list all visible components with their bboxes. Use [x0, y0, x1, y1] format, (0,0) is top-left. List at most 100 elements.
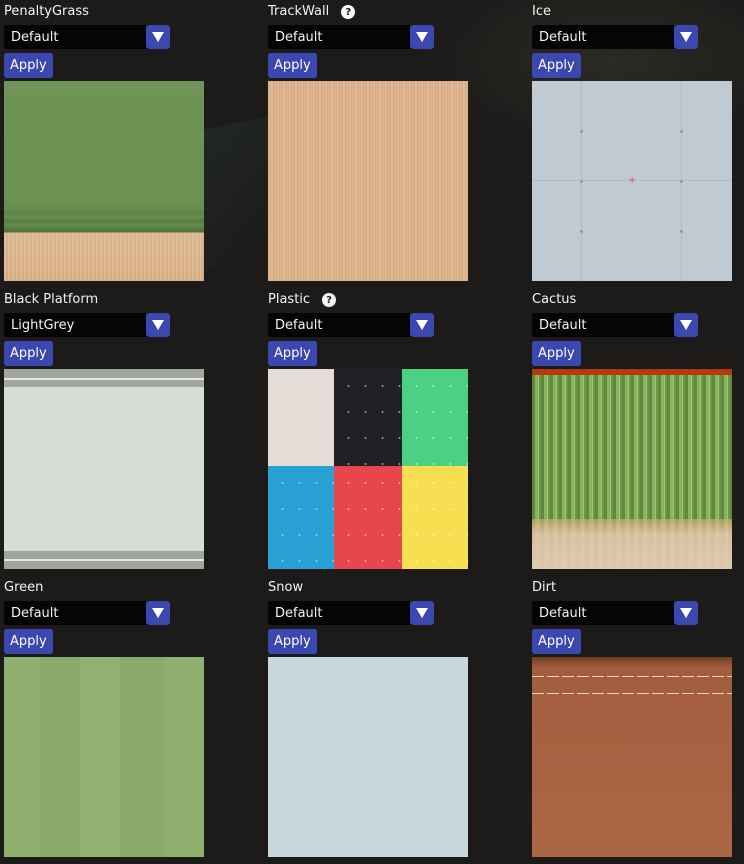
color-swatch [268, 369, 334, 466]
dropdown-arrow-button[interactable] [146, 601, 170, 625]
material-select[interactable]: Default [268, 25, 434, 49]
texture-line [4, 378, 204, 380]
material-select[interactable]: Default [268, 601, 434, 625]
apply-button[interactable]: Apply [268, 53, 317, 78]
grid-dot [580, 130, 583, 133]
material-card-trackwall: TrackWall ? Default Apply [264, 0, 528, 288]
color-swatch [402, 466, 468, 569]
material-select-value: Default [539, 605, 587, 621]
material-select[interactable]: Default [532, 601, 698, 625]
apply-button[interactable]: Apply [4, 341, 53, 366]
material-name: Cactus [532, 292, 577, 307]
material-card-black-platform: Black Platform LightGrey Apply [0, 288, 264, 576]
triangle-down-icon [680, 320, 692, 330]
material-name: Plastic [268, 292, 311, 307]
texture-preview-penaltygrass [4, 81, 204, 281]
material-card-plastic: Plastic ? Default Apply [264, 288, 528, 576]
dropdown-arrow-button[interactable] [674, 601, 698, 625]
material-select[interactable]: Default [268, 313, 434, 337]
texture-preview-ice: + [532, 81, 732, 281]
material-select[interactable]: LightGrey [4, 313, 170, 337]
material-select[interactable]: Default [4, 601, 170, 625]
triangle-down-icon [416, 32, 428, 42]
triangle-down-icon [680, 608, 692, 618]
dropdown-arrow-button[interactable] [146, 25, 170, 49]
triangle-down-icon [152, 32, 164, 42]
color-swatch [268, 466, 334, 569]
material-card-dirt: Dirt Default Apply [528, 576, 744, 864]
material-title-row: Plastic ? [268, 291, 337, 309]
material-select-value: Default [275, 29, 323, 45]
material-name: Black Platform [4, 292, 99, 307]
color-swatch [402, 369, 468, 466]
material-select-value: Default [275, 605, 323, 621]
question-circle-icon[interactable]: ? [341, 5, 356, 19]
material-select[interactable]: Default [4, 25, 170, 49]
color-swatch [334, 466, 402, 569]
dropdown-arrow-button[interactable] [410, 601, 434, 625]
grid-dot [680, 180, 683, 183]
texture-preview-black-platform [4, 369, 204, 569]
material-grid: PenaltyGrass Default Apply TrackWall ? D… [0, 0, 744, 864]
triangle-down-icon [152, 608, 164, 618]
material-card-green: Green Default Apply [0, 576, 264, 864]
material-title-row: PenaltyGrass [4, 3, 89, 21]
apply-button[interactable]: Apply [532, 341, 581, 366]
material-select-value: Default [539, 317, 587, 333]
material-select-value: Default [11, 605, 59, 621]
center-cross-icon: + [628, 175, 637, 186]
material-card-penaltygrass: PenaltyGrass Default Apply [0, 0, 264, 288]
material-title-row: Black Platform [4, 291, 98, 309]
triangle-down-icon [416, 320, 428, 330]
material-select-value: LightGrey [11, 317, 75, 333]
color-swatch [334, 369, 402, 466]
material-title-row: Dirt [532, 579, 556, 597]
apply-button[interactable]: Apply [4, 629, 53, 654]
grid-dot [680, 130, 683, 133]
material-card-cactus: Cactus Default Apply [528, 288, 744, 576]
apply-button[interactable]: Apply [532, 53, 581, 78]
dropdown-arrow-button[interactable] [674, 313, 698, 337]
material-name: Snow [268, 580, 304, 595]
material-select[interactable]: Default [532, 313, 698, 337]
triangle-down-icon [680, 32, 692, 42]
dropdown-arrow-button[interactable] [674, 25, 698, 49]
material-name: Ice [532, 4, 551, 19]
texture-preview-plastic [268, 369, 468, 569]
dropdown-arrow-button[interactable] [410, 25, 434, 49]
material-name: Green [4, 580, 44, 595]
material-name: PenaltyGrass [4, 4, 89, 19]
material-title-row: Green [4, 579, 43, 597]
material-select-value: Default [275, 317, 323, 333]
material-title-row: Ice [532, 3, 551, 21]
material-title-row: TrackWall ? [268, 3, 356, 21]
texture-preview-snow [268, 657, 468, 857]
material-title-row: Snow [268, 579, 303, 597]
grid-dot [580, 180, 583, 183]
question-circle-icon[interactable]: ? [322, 293, 337, 307]
grid-dot [580, 230, 583, 233]
material-select[interactable]: Default [532, 25, 698, 49]
material-select-value: Default [11, 29, 59, 45]
texture-line [4, 559, 204, 561]
apply-button[interactable]: Apply [268, 341, 317, 366]
material-title-row: Cactus [532, 291, 576, 309]
texture-preview-cactus [532, 369, 732, 569]
material-name: TrackWall [268, 4, 330, 19]
texture-preview-green [4, 657, 204, 857]
apply-button[interactable]: Apply [4, 53, 53, 78]
track-line [532, 693, 732, 694]
texture-preview-trackwall [268, 81, 468, 281]
apply-button[interactable]: Apply [532, 629, 581, 654]
material-card-snow: Snow Default Apply [264, 576, 528, 864]
grid-dot [680, 230, 683, 233]
apply-button[interactable]: Apply [268, 629, 317, 654]
material-name: Dirt [532, 580, 557, 595]
material-select-value: Default [539, 29, 587, 45]
material-card-ice: Ice Default Apply + [528, 0, 744, 288]
triangle-down-icon [416, 608, 428, 618]
dropdown-arrow-button[interactable] [146, 313, 170, 337]
dropdown-arrow-button[interactable] [410, 313, 434, 337]
track-line [532, 676, 732, 677]
triangle-down-icon [152, 320, 164, 330]
